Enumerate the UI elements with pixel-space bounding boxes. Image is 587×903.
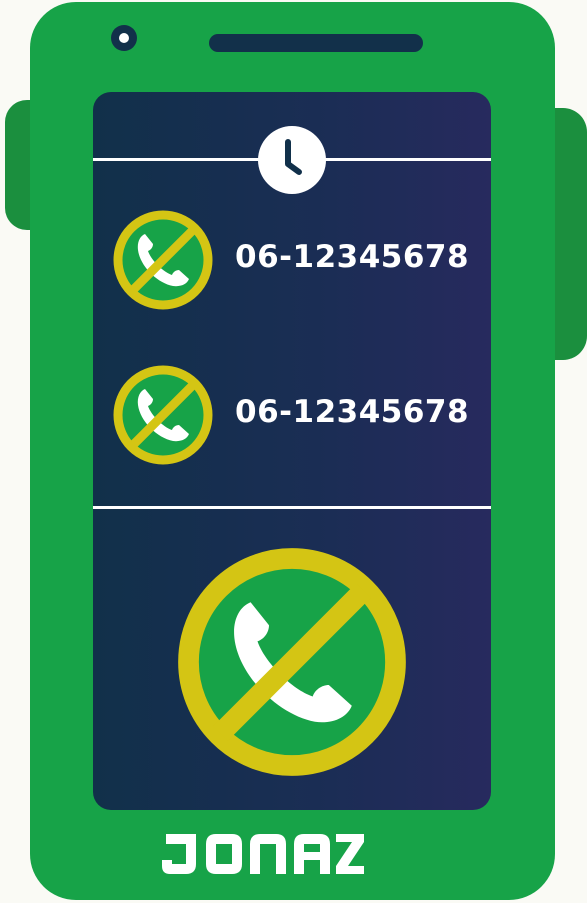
call-number: 06-12345678 bbox=[235, 394, 470, 430]
phone-body: 06-12345678 06-12345678 bbox=[30, 2, 555, 900]
clock-icon bbox=[258, 126, 326, 194]
speaker-grille bbox=[209, 34, 423, 52]
camera-icon bbox=[111, 25, 137, 51]
call-number: 06-12345678 bbox=[235, 239, 470, 275]
phone-screen: 06-12345678 06-12345678 bbox=[93, 92, 491, 810]
blocked-call-icon bbox=[113, 365, 213, 465]
blocked-call-icon bbox=[113, 210, 213, 310]
brand-logo bbox=[162, 834, 364, 874]
blocked-call-icon-large bbox=[178, 548, 406, 776]
divider-bottom bbox=[93, 506, 491, 509]
illustration: 06-12345678 06-12345678 bbox=[0, 0, 587, 903]
